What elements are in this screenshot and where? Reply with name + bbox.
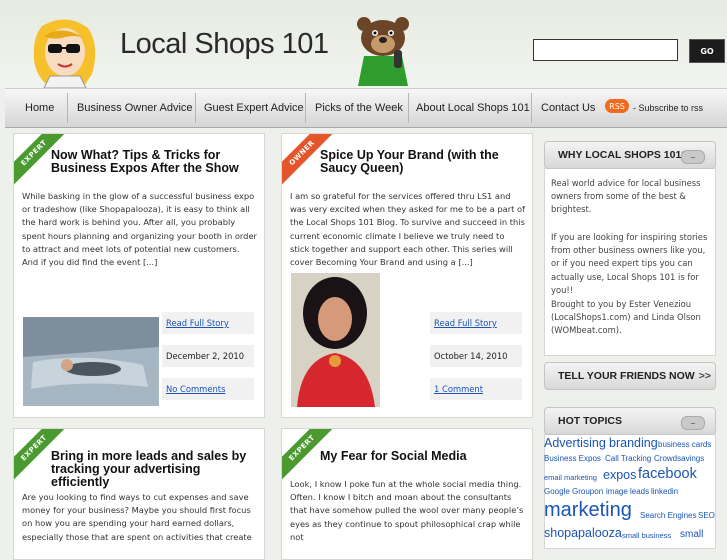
read-full-story-link[interactable]: Read Full Story xyxy=(430,312,522,334)
tag-link[interactable]: Business Expos xyxy=(544,454,601,463)
collapse-toggle-icon[interactable]: – xyxy=(681,416,705,430)
site-header: Local Shops 101 GO xyxy=(0,0,727,88)
tag-link[interactable]: image xyxy=(606,487,628,496)
tell-friends-title: TELL YOUR FRIENDS NOW xyxy=(558,370,695,382)
tag-link[interactable]: linkedin xyxy=(651,487,678,496)
bear-mascot-logo xyxy=(357,17,409,86)
nav-picks-of-the-week[interactable]: Picks of the Week xyxy=(315,89,403,127)
nav-guest-expert-advice[interactable]: Guest Expert Advice xyxy=(204,89,304,127)
post-title[interactable]: Bring in more leads and sales by trackin… xyxy=(51,450,251,489)
why-text-1: Real world advice for local business own… xyxy=(551,178,701,215)
nav-divider xyxy=(195,93,196,123)
why-text-2: If you are looking for inspiring stories… xyxy=(551,232,708,295)
search-go-button[interactable]: GO xyxy=(689,39,725,63)
tell-friends-button[interactable]: TELL YOUR FRIENDS NOW >> xyxy=(544,362,716,390)
nav-contact-us[interactable]: Contact Us xyxy=(541,89,595,127)
tag-link[interactable]: expos xyxy=(603,468,636,482)
post-thumbnail[interactable] xyxy=(23,317,159,406)
tag-link[interactable]: SEO xyxy=(698,511,715,520)
post-title[interactable]: Spice Up Your Brand (with the Saucy Quee… xyxy=(320,149,500,175)
tag-link[interactable]: marketing xyxy=(544,499,632,522)
why-text-3: Brought to you by Ester Veneziou (LocalS… xyxy=(551,299,701,336)
post-title[interactable]: My Fear for Social Media xyxy=(320,450,520,463)
post-title[interactable]: Now What? Tips & Tricks for Business Exp… xyxy=(51,149,251,175)
why-panel-header: WHY LOCAL SHOPS 101? – xyxy=(544,141,716,169)
girl-mascot-logo xyxy=(33,19,96,88)
nav-divider xyxy=(305,93,306,123)
nav-about[interactable]: About Local Shops 101 xyxy=(416,89,530,127)
post-card: EXPERT My Fear for Social Media Look, I … xyxy=(281,428,533,560)
tag-link[interactable]: facebook xyxy=(638,466,697,482)
tag-link[interactable]: leads xyxy=(630,487,649,496)
post-date: October 14, 2010 xyxy=(430,345,522,367)
main-nav: Home Business Owner Advice Guest Expert … xyxy=(5,88,727,128)
post-date: December 2, 2010 xyxy=(162,345,254,367)
why-panel-title: WHY LOCAL SHOPS 101? xyxy=(558,149,688,161)
post-card: EXPERT Bring in more leads and sales by … xyxy=(13,428,265,560)
hot-topics-header: HOT TOPICS – xyxy=(544,407,716,435)
tell-friends-arrow: >> xyxy=(698,370,711,382)
post-thumbnail[interactable] xyxy=(291,273,380,407)
tag-link[interactable]: Search Engines xyxy=(640,511,696,520)
tag-link[interactable]: business cards xyxy=(658,440,711,449)
post-excerpt: I am so grateful for the services offere… xyxy=(290,191,526,268)
collapse-toggle-icon[interactable]: – xyxy=(681,150,705,164)
site-title[interactable]: Local Shops 101 xyxy=(120,28,329,61)
post-card: EXPERT Now What? Tips & Tricks for Busin… xyxy=(13,133,265,418)
read-full-story-link[interactable]: Read Full Story xyxy=(162,312,254,334)
nav-divider xyxy=(67,93,68,123)
tag-link[interactable]: Call Tracking xyxy=(605,454,651,463)
tag-link[interactable]: Advertising xyxy=(544,436,606,450)
rss-subscribe-link[interactable]: - Subscribe to rss xyxy=(633,89,703,127)
tag-link[interactable]: branding xyxy=(609,436,658,450)
tag-link[interactable]: email marketing xyxy=(544,473,597,482)
post-card: OWNER Spice Up Your Brand (with the Sauc… xyxy=(281,133,533,418)
comments-link[interactable]: 1 Comment xyxy=(430,378,522,400)
nav-business-owner-advice[interactable]: Business Owner Advice xyxy=(77,89,193,127)
tag-link[interactable]: small xyxy=(680,529,703,540)
post-excerpt: While basking in the glow of a successfu… xyxy=(22,191,257,268)
post-excerpt: Are you looking to find ways to cut expe… xyxy=(22,492,252,542)
post-excerpt: Look, I know I poke fun at the whole soc… xyxy=(290,479,524,542)
rss-icon[interactable]: RSS xyxy=(605,99,629,113)
tag-link[interactable]: small business xyxy=(622,531,671,540)
comments-link[interactable]: No Comments xyxy=(162,378,254,400)
nav-divider xyxy=(531,93,532,123)
nav-divider xyxy=(408,93,409,123)
tag-link[interactable]: shopapalooza xyxy=(544,526,622,540)
nav-home[interactable]: Home xyxy=(25,89,54,127)
tag-link[interactable]: Google Groupon xyxy=(544,487,603,496)
hot-topics-title: HOT TOPICS xyxy=(558,415,622,427)
search-input[interactable] xyxy=(533,39,678,61)
tag-link[interactable]: Crowdsavings xyxy=(654,454,704,463)
